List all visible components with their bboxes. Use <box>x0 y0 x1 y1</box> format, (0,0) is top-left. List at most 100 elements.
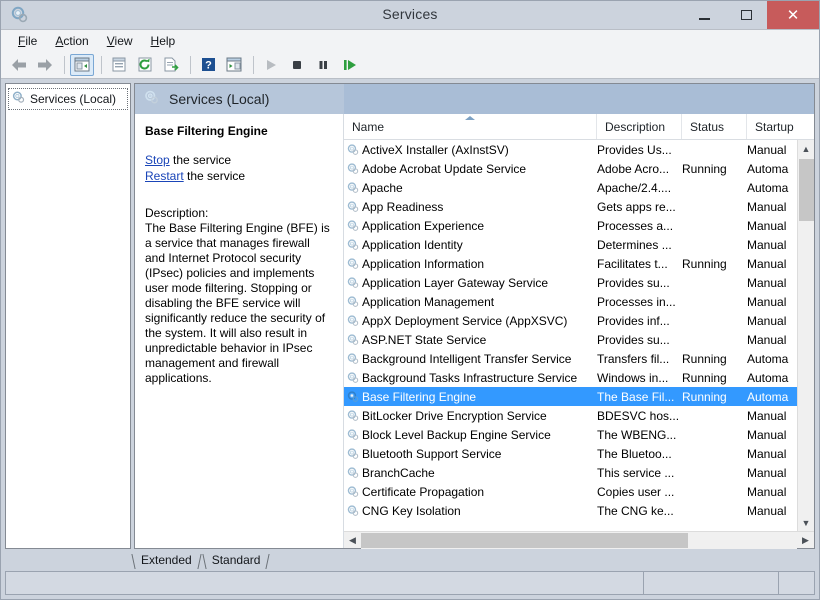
cell-description: Transfers fil... <box>597 351 670 366</box>
service-gear-icon <box>344 409 362 423</box>
cell-name: Application Layer Gateway Service <box>362 275 549 290</box>
list-rows: ActiveX Installer (AxInstSV) Provides Us.… <box>344 140 814 520</box>
restart-service-link[interactable]: Restart <box>145 169 184 183</box>
table-row[interactable]: Application Experience Processes a... Manu… <box>344 216 814 235</box>
detail-service-name: Base Filtering Engine <box>145 124 268 138</box>
cell-name: ActiveX Installer (AxInstSV) <box>362 142 509 157</box>
table-row[interactable]: Application Information Facilitates t... R… <box>344 254 814 273</box>
tab-extended[interactable]: Extended <box>131 552 202 569</box>
service-gear-icon <box>344 333 362 347</box>
cell-description: BDESVC hos... <box>597 408 680 423</box>
table-row[interactable]: Application Management Processes in... Man… <box>344 292 814 311</box>
cell-description: Adobe Acro... <box>597 161 670 176</box>
service-gear-icon <box>344 485 362 499</box>
scroll-left-icon[interactable]: ◀ <box>344 532 361 549</box>
horizontal-scroll-track[interactable] <box>361 531 797 549</box>
cell-name: BranchCache <box>362 465 435 480</box>
table-row[interactable]: Apache Apache/2.4.... Automa <box>344 178 814 197</box>
help-icon[interactable]: ? <box>196 54 220 76</box>
show-hide-console-tree-icon[interactable] <box>70 53 94 76</box>
scroll-down-icon[interactable]: ▼ <box>798 514 815 531</box>
menu-help-label: elp <box>159 33 176 48</box>
refresh-icon[interactable] <box>133 54 157 76</box>
back-icon[interactable] <box>7 54 31 76</box>
cell-name: Bluetooth Support Service <box>362 446 502 461</box>
cell-name: BitLocker Drive Encryption Service <box>362 408 547 423</box>
cell-status: Running <box>682 389 727 404</box>
cell-description: The Base Fil... <box>597 389 675 404</box>
tab-standard[interactable]: Standard <box>201 552 271 569</box>
export-list-icon[interactable] <box>159 54 183 76</box>
table-row[interactable]: Background Tasks Infrastructure Service W… <box>344 368 814 387</box>
table-row[interactable]: Application Layer Gateway Service Provide… <box>344 273 814 292</box>
scroll-right-icon[interactable]: ▶ <box>797 532 814 549</box>
table-row[interactable]: BitLocker Drive Encryption Service BDESVC… <box>344 406 814 425</box>
cell-description: Apache/2.4.... <box>597 180 672 195</box>
service-gear-icon <box>344 390 362 404</box>
service-gear-icon <box>344 276 362 290</box>
maximize-button[interactable] <box>725 1 767 29</box>
stop-service-icon[interactable] <box>285 54 309 76</box>
table-row[interactable]: App Readiness Gets apps re... Manual <box>344 197 814 216</box>
table-row[interactable]: CNG Key Isolation The CNG ke... Manual <box>344 501 814 520</box>
cell-name: Certificate Propagation <box>362 484 485 499</box>
restart-service-icon[interactable] <box>337 54 361 76</box>
table-row[interactable]: BranchCache This service ... Manual <box>344 463 814 482</box>
column-header-name[interactable]: Name <box>344 114 597 139</box>
stop-service-link[interactable]: Stop <box>145 153 170 167</box>
table-row[interactable]: ASP.NET State Service Provides su... Manua… <box>344 330 814 349</box>
table-row[interactable]: Base Filtering Engine The Base Fil... Runn… <box>344 387 814 406</box>
start-service-icon[interactable] <box>259 54 283 76</box>
content-area: Services (Local) Services (Local) Base F… <box>1 79 819 549</box>
service-gear-icon <box>344 238 362 252</box>
table-row[interactable]: Background Intelligent Transfer Service T… <box>344 349 814 368</box>
properties-icon[interactable] <box>107 54 131 76</box>
vertical-scrollbar[interactable]: ▲ ▼ <box>797 140 814 531</box>
cell-name: CNG Key Isolation <box>362 503 461 518</box>
show-action-pane-icon[interactable] <box>222 54 246 76</box>
menu-help[interactable]: Help <box>142 32 185 50</box>
column-header-startup[interactable]: Startup <box>747 114 796 139</box>
table-row[interactable]: Adobe Acrobat Update Service Adobe Acro..… <box>344 159 814 178</box>
menu-file[interactable]: File <box>9 32 46 50</box>
header-scrollbar-spacer <box>796 114 814 139</box>
table-row[interactable]: Block Level Backup Engine Service The WBE… <box>344 425 814 444</box>
table-row[interactable]: Bluetooth Support Service The Bluetoo... M… <box>344 444 814 463</box>
vertical-scroll-thumb[interactable] <box>798 159 814 221</box>
pane-header: Services (Local) <box>135 84 814 114</box>
cell-description: Determines ... <box>597 237 672 252</box>
service-gear-icon <box>344 257 362 271</box>
menu-action[interactable]: Action <box>46 32 97 50</box>
cell-description: The Bluetoo... <box>597 446 672 461</box>
service-gear-icon <box>344 143 362 157</box>
sort-ascending-icon <box>465 116 475 120</box>
table-row[interactable]: AppX Deployment Service (AppXSVC) Provide… <box>344 311 814 330</box>
table-row[interactable]: ActiveX Installer (AxInstSV) Provides Us.… <box>344 140 814 159</box>
service-gear-icon <box>344 181 362 195</box>
menu-view[interactable]: View <box>98 32 142 50</box>
toolbar-separator <box>253 55 254 74</box>
forward-icon[interactable] <box>33 54 57 76</box>
close-button[interactable]: ✕ <box>767 1 819 29</box>
detail-action-links: Stop the service Restart the service <box>145 152 333 184</box>
toolbar-separator <box>101 55 102 74</box>
status-bar-cell-a <box>644 572 779 594</box>
cell-name: Base Filtering Engine <box>362 389 477 404</box>
column-header-status-label: Status <box>690 119 725 134</box>
minimize-button[interactable] <box>683 1 725 29</box>
scroll-up-icon[interactable]: ▲ <box>798 140 815 157</box>
menu-file-label: ile <box>25 33 38 48</box>
pause-service-icon[interactable] <box>311 54 335 76</box>
table-row[interactable]: Certificate Propagation Copies user ... Ma… <box>344 482 814 501</box>
cell-description: This service ... <box>597 465 675 480</box>
horizontal-scroll-thumb[interactable] <box>361 532 688 548</box>
tree-item-label: Services (Local) <box>30 92 117 106</box>
column-header-status[interactable]: Status <box>682 114 747 139</box>
vertical-scroll-track[interactable] <box>797 157 814 514</box>
column-header-description[interactable]: Description <box>597 114 682 139</box>
cell-description: The WBENG... <box>597 427 677 442</box>
table-row[interactable]: Application Identity Determines ... Manual <box>344 235 814 254</box>
cell-status: Running <box>682 161 727 176</box>
tree-item-services-local[interactable]: Services (Local) <box>8 88 128 110</box>
horizontal-scrollbar[interactable]: ◀ ▶ <box>344 531 814 549</box>
